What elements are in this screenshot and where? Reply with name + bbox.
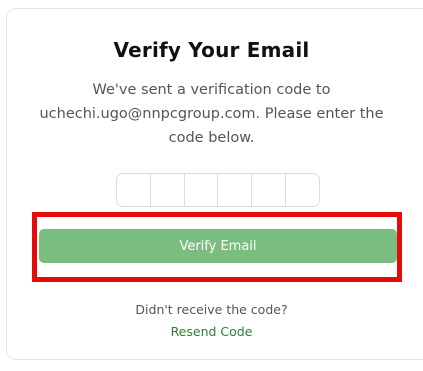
- verification-code-input-group: [116, 173, 320, 207]
- verify-email-button[interactable]: Verify Email: [39, 229, 397, 263]
- code-digit-3[interactable]: [184, 174, 219, 206]
- code-digit-6[interactable]: [286, 174, 319, 206]
- code-digit-5[interactable]: [252, 174, 287, 206]
- verification-description: We've sent a verification code to uchech…: [39, 82, 384, 146]
- resend-prompt-text: Didn't receive the code?: [135, 302, 288, 317]
- code-digit-1[interactable]: [117, 174, 151, 206]
- resend-code-link[interactable]: Resend Code: [0, 324, 423, 339]
- code-digit-4[interactable]: [218, 174, 253, 206]
- code-digit-2[interactable]: [150, 174, 185, 206]
- page-title: Verify Your Email: [113, 38, 310, 62]
